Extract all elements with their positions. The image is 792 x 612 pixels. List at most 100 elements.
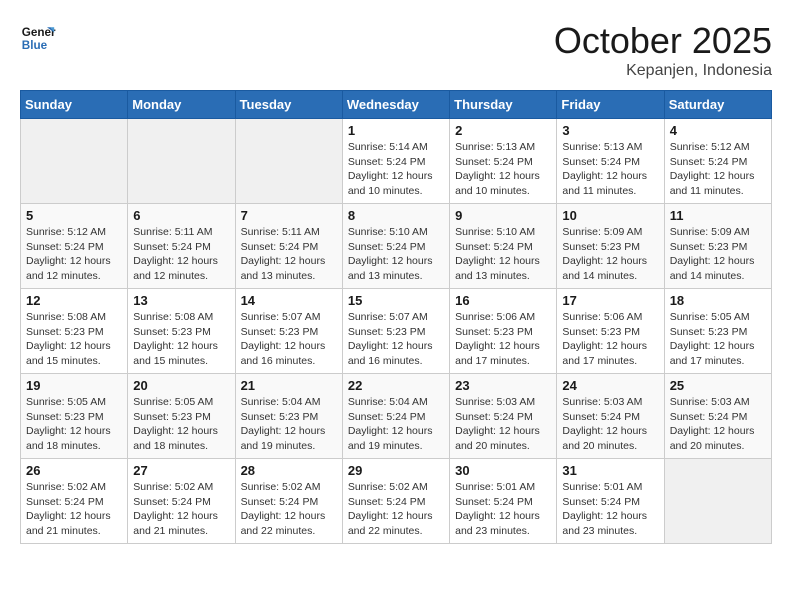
calendar-week-row: 1Sunrise: 5:14 AM Sunset: 5:24 PM Daylig… [21, 119, 772, 204]
day-number: 17 [562, 293, 658, 308]
day-number: 20 [133, 378, 229, 393]
day-number: 14 [241, 293, 337, 308]
day-info: Sunrise: 5:05 AM Sunset: 5:23 PM Dayligh… [133, 395, 229, 454]
weekday-header: Thursday [450, 91, 557, 119]
calendar-day-cell: 31 Sunrise: 5:01 AM Sunset: 5:24 PM Dayli… [557, 459, 664, 544]
day-number: 21 [241, 378, 337, 393]
day-number: 9 [455, 208, 551, 223]
calendar-body: 1Sunrise: 5:14 AM Sunset: 5:24 PM Daylig… [21, 119, 772, 544]
day-number: 8 [348, 208, 444, 223]
calendar-day-cell: 9 Sunrise: 5:10 AM Sunset: 5:24 PM Daylig… [450, 204, 557, 289]
day-info: Sunrise: 5:01 AM Sunset: 5:24 PM Dayligh… [455, 480, 551, 539]
calendar-day-cell: 27 Sunrise: 5:02 AM Sunset: 5:24 PM Dayli… [128, 459, 235, 544]
day-number: 15 [348, 293, 444, 308]
calendar-week-row: 5Sunrise: 5:12 AM Sunset: 5:24 PM Daylig… [21, 204, 772, 289]
title-block: October 2025 Kepanjen, Indonesia [554, 20, 772, 80]
calendar-day-cell: 1Sunrise: 5:14 AM Sunset: 5:24 PM Daylig… [342, 119, 449, 204]
day-number: 28 [241, 463, 337, 478]
day-number: 5 [26, 208, 122, 223]
day-info: Sunrise: 5:05 AM Sunset: 5:23 PM Dayligh… [670, 310, 766, 369]
calendar-day-cell [21, 119, 128, 204]
day-info: Sunrise: 5:01 AM Sunset: 5:24 PM Dayligh… [562, 480, 658, 539]
calendar-day-cell [235, 119, 342, 204]
day-info: Sunrise: 5:12 AM Sunset: 5:24 PM Dayligh… [670, 140, 766, 199]
day-number: 26 [26, 463, 122, 478]
day-info: Sunrise: 5:08 AM Sunset: 5:23 PM Dayligh… [133, 310, 229, 369]
calendar-day-cell: 22 Sunrise: 5:04 AM Sunset: 5:24 PM Dayli… [342, 374, 449, 459]
calendar-day-cell: 23Sunrise: 5:03 AM Sunset: 5:24 PM Dayli… [450, 374, 557, 459]
calendar-day-cell: 13Sunrise: 5:08 AM Sunset: 5:23 PM Dayli… [128, 289, 235, 374]
day-number: 27 [133, 463, 229, 478]
day-info: Sunrise: 5:03 AM Sunset: 5:24 PM Dayligh… [670, 395, 766, 454]
day-info: Sunrise: 5:10 AM Sunset: 5:24 PM Dayligh… [455, 225, 551, 284]
calendar-day-cell: 15 Sunrise: 5:07 AM Sunset: 5:23 PM Dayli… [342, 289, 449, 374]
svg-text:Blue: Blue [22, 39, 48, 52]
day-number: 19 [26, 378, 122, 393]
calendar-day-cell: 19 Sunrise: 5:05 AM Sunset: 5:23 PM Dayli… [21, 374, 128, 459]
day-number: 22 [348, 378, 444, 393]
calendar-day-cell [664, 459, 771, 544]
day-number: 30 [455, 463, 551, 478]
calendar-day-cell: 29 Sunrise: 5:02 AM Sunset: 5:24 PM Dayli… [342, 459, 449, 544]
day-info: Sunrise: 5:06 AM Sunset: 5:23 PM Dayligh… [455, 310, 551, 369]
day-number: 3 [562, 123, 658, 138]
weekday-header-row: SundayMondayTuesdayWednesdayThursdayFrid… [21, 91, 772, 119]
day-number: 10 [562, 208, 658, 223]
day-info: Sunrise: 5:06 AM Sunset: 5:23 PM Dayligh… [562, 310, 658, 369]
day-number: 18 [670, 293, 766, 308]
calendar-week-row: 19 Sunrise: 5:05 AM Sunset: 5:23 PM Dayli… [21, 374, 772, 459]
calendar-day-cell: 17 Sunrise: 5:06 AM Sunset: 5:23 PM Dayli… [557, 289, 664, 374]
calendar-day-cell: 30 Sunrise: 5:01 AM Sunset: 5:24 PM Dayli… [450, 459, 557, 544]
calendar-day-cell: 6Sunrise: 5:11 AM Sunset: 5:24 PM Daylig… [128, 204, 235, 289]
weekday-header: Friday [557, 91, 664, 119]
day-number: 29 [348, 463, 444, 478]
day-info: Sunrise: 5:09 AM Sunset: 5:23 PM Dayligh… [562, 225, 658, 284]
day-info: Sunrise: 5:08 AM Sunset: 5:23 PM Dayligh… [26, 310, 122, 369]
calendar-week-row: 26 Sunrise: 5:02 AM Sunset: 5:24 PM Dayli… [21, 459, 772, 544]
calendar-day-cell: 3Sunrise: 5:13 AM Sunset: 5:24 PM Daylig… [557, 119, 664, 204]
day-info: Sunrise: 5:07 AM Sunset: 5:23 PM Dayligh… [348, 310, 444, 369]
calendar-day-cell: 26 Sunrise: 5:02 AM Sunset: 5:24 PM Dayli… [21, 459, 128, 544]
day-info: Sunrise: 5:10 AM Sunset: 5:24 PM Dayligh… [348, 225, 444, 284]
calendar-day-cell: 2Sunrise: 5:13 AM Sunset: 5:24 PM Daylig… [450, 119, 557, 204]
day-number: 31 [562, 463, 658, 478]
day-info: Sunrise: 5:02 AM Sunset: 5:24 PM Dayligh… [133, 480, 229, 539]
calendar-day-cell: 7Sunrise: 5:11 AM Sunset: 5:24 PM Daylig… [235, 204, 342, 289]
weekday-header: Tuesday [235, 91, 342, 119]
day-info: Sunrise: 5:02 AM Sunset: 5:24 PM Dayligh… [348, 480, 444, 539]
day-info: Sunrise: 5:13 AM Sunset: 5:24 PM Dayligh… [455, 140, 551, 199]
calendar-week-row: 12 Sunrise: 5:08 AM Sunset: 5:23 PM Dayli… [21, 289, 772, 374]
calendar-day-cell: 10 Sunrise: 5:09 AM Sunset: 5:23 PM Dayli… [557, 204, 664, 289]
day-info: Sunrise: 5:03 AM Sunset: 5:24 PM Dayligh… [562, 395, 658, 454]
calendar-day-cell: 4 Sunrise: 5:12 AM Sunset: 5:24 PM Daylig… [664, 119, 771, 204]
calendar-day-cell: 18 Sunrise: 5:05 AM Sunset: 5:23 PM Dayli… [664, 289, 771, 374]
day-info: Sunrise: 5:09 AM Sunset: 5:23 PM Dayligh… [670, 225, 766, 284]
weekday-header: Saturday [664, 91, 771, 119]
weekday-header: Wednesday [342, 91, 449, 119]
logo: General Blue [20, 20, 56, 56]
calendar-table: SundayMondayTuesdayWednesdayThursdayFrid… [20, 90, 772, 544]
day-info: Sunrise: 5:14 AM Sunset: 5:24 PM Dayligh… [348, 140, 444, 199]
weekday-header: Sunday [21, 91, 128, 119]
day-info: Sunrise: 5:04 AM Sunset: 5:23 PM Dayligh… [241, 395, 337, 454]
calendar-day-cell [128, 119, 235, 204]
calendar-day-cell: 16Sunrise: 5:06 AM Sunset: 5:23 PM Dayli… [450, 289, 557, 374]
calendar-day-cell: 25 Sunrise: 5:03 AM Sunset: 5:24 PM Dayli… [664, 374, 771, 459]
day-number: 11 [670, 208, 766, 223]
calendar-day-cell: 14 Sunrise: 5:07 AM Sunset: 5:23 PM Dayli… [235, 289, 342, 374]
day-number: 4 [670, 123, 766, 138]
location: Kepanjen, Indonesia [554, 62, 772, 80]
day-info: Sunrise: 5:05 AM Sunset: 5:23 PM Dayligh… [26, 395, 122, 454]
weekday-header: Monday [128, 91, 235, 119]
day-info: Sunrise: 5:07 AM Sunset: 5:23 PM Dayligh… [241, 310, 337, 369]
calendar-day-cell: 11 Sunrise: 5:09 AM Sunset: 5:23 PM Dayli… [664, 204, 771, 289]
day-info: Sunrise: 5:02 AM Sunset: 5:24 PM Dayligh… [241, 480, 337, 539]
page-header: General Blue October 2025 Kepanjen, Indo… [20, 20, 772, 80]
day-info: Sunrise: 5:04 AM Sunset: 5:24 PM Dayligh… [348, 395, 444, 454]
calendar-day-cell: 24Sunrise: 5:03 AM Sunset: 5:24 PM Dayli… [557, 374, 664, 459]
day-info: Sunrise: 5:02 AM Sunset: 5:24 PM Dayligh… [26, 480, 122, 539]
day-number: 25 [670, 378, 766, 393]
day-number: 12 [26, 293, 122, 308]
month-title: October 2025 [554, 20, 772, 62]
day-info: Sunrise: 5:03 AM Sunset: 5:24 PM Dayligh… [455, 395, 551, 454]
